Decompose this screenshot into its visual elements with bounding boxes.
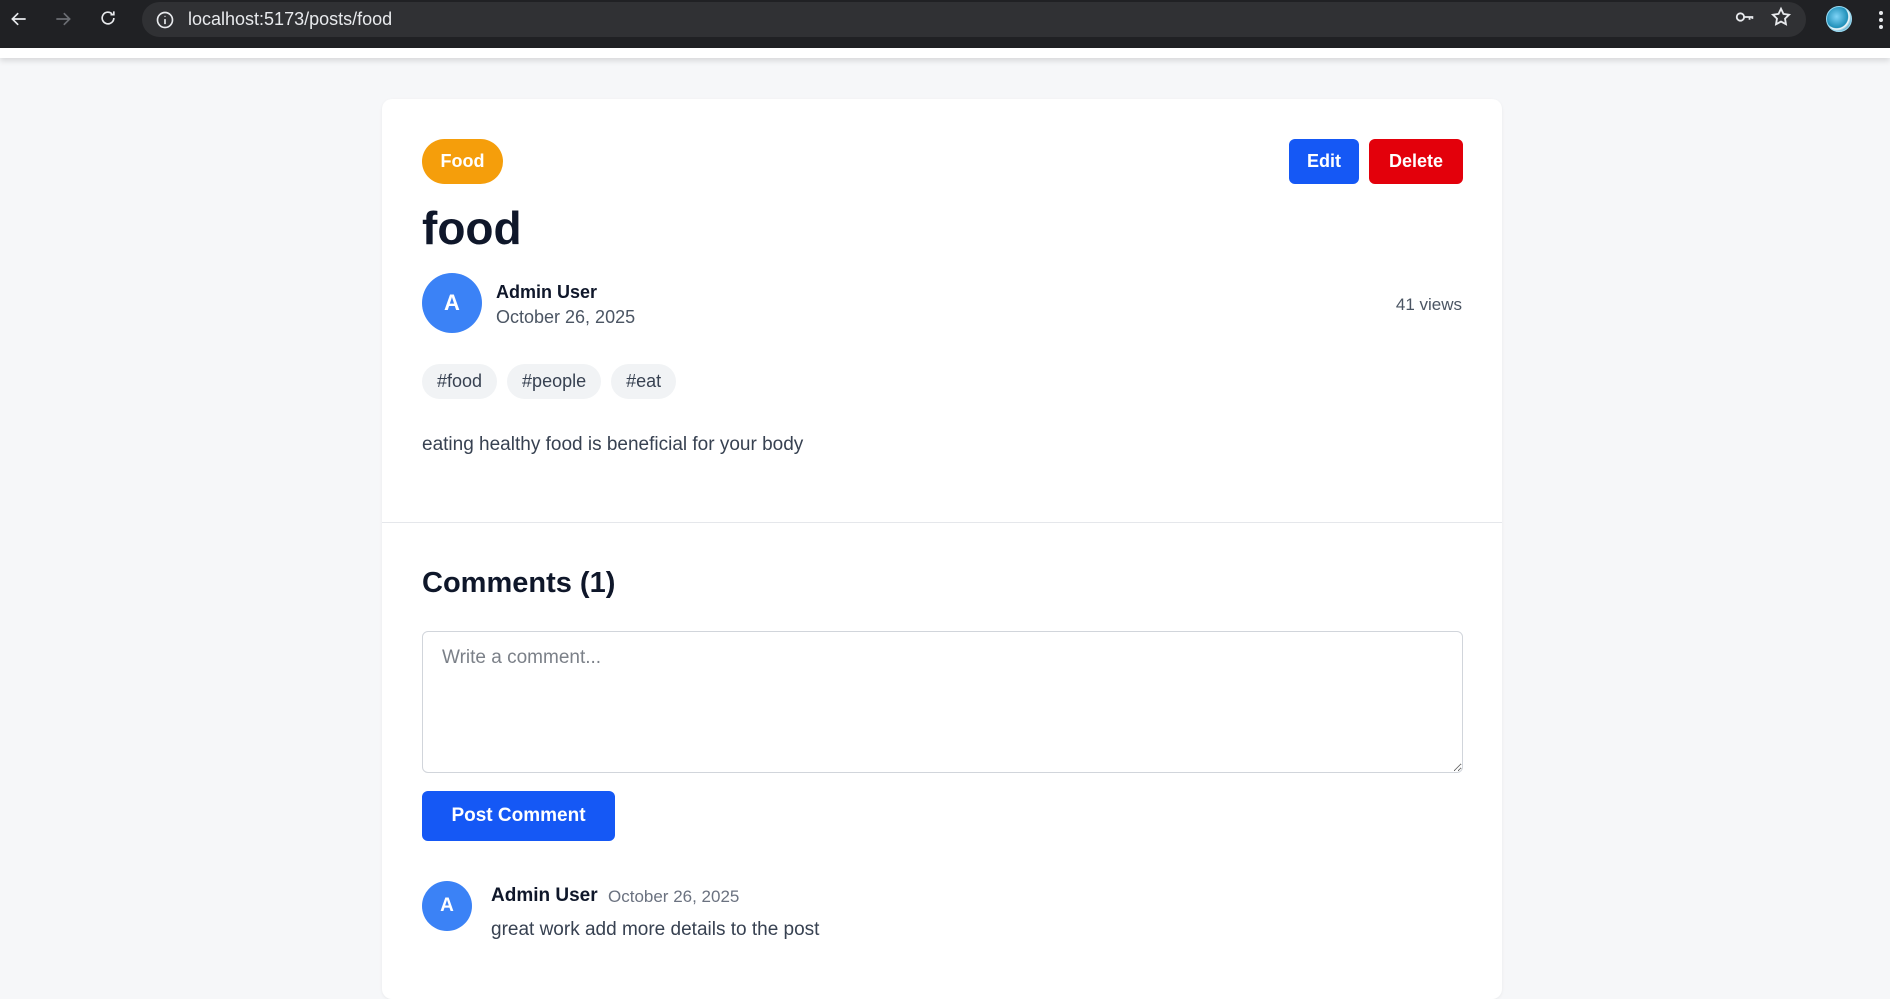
author-avatar: A — [422, 273, 482, 333]
forward-arrow-icon[interactable] — [47, 3, 79, 35]
url-text[interactable]: localhost:5173/posts/food — [188, 9, 392, 30]
reload-icon[interactable] — [92, 2, 124, 34]
divider — [382, 522, 1502, 523]
view-count: 41 views — [1395, 295, 1462, 314]
category-badge[interactable]: Food — [422, 139, 503, 184]
password-key-icon[interactable] — [1734, 6, 1756, 33]
comment-avatar: A — [422, 881, 472, 931]
comments-heading: Comments (1) — [422, 567, 616, 599]
author-name: Admin User — [496, 282, 598, 302]
comment-date: October 26, 2025 — [608, 887, 740, 906]
back-arrow-icon[interactable] — [3, 3, 35, 35]
app-header-strip — [0, 48, 1890, 58]
site-info-icon[interactable] — [154, 9, 176, 31]
tag-chip[interactable]: #food — [422, 364, 498, 399]
comment-author: Admin User — [491, 885, 598, 906]
post-body: eating healthy food is beneficial for yo… — [422, 434, 804, 455]
post-date: October 26, 2025 — [496, 307, 636, 327]
comment-text: great work add more details to the post — [491, 919, 820, 940]
bookmark-star-icon[interactable] — [1770, 6, 1792, 33]
address-bar[interactable]: localhost:5173/posts/food — [142, 2, 1806, 37]
tag-list: #food #people #eat — [422, 364, 677, 399]
tag-chip[interactable]: #people — [507, 364, 602, 399]
profile-avatar[interactable] — [1826, 6, 1852, 32]
delete-button[interactable]: Delete — [1369, 139, 1463, 184]
more-menu-icon[interactable] — [1874, 7, 1888, 33]
browser-toolbar: localhost:5173/posts/food — [0, 0, 1890, 48]
tag-chip[interactable]: #eat — [611, 364, 677, 399]
comment-input[interactable] — [422, 631, 1463, 773]
post-comment-button[interactable]: Post Comment — [422, 791, 615, 841]
post-card: Food Edit Delete food A Admin User Octob… — [382, 99, 1502, 999]
post-title: food — [422, 202, 522, 254]
edit-button[interactable]: Edit — [1289, 139, 1359, 184]
